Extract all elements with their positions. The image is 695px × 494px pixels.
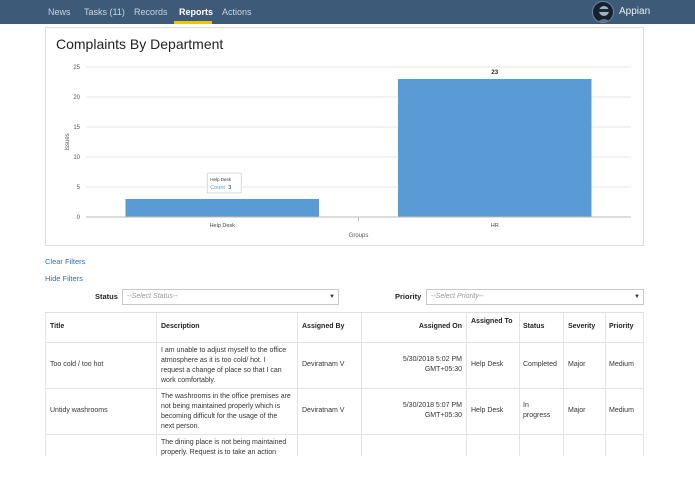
y-tick-label: 0 [77, 215, 81, 221]
x-tick-label: Help Desk [210, 223, 236, 229]
y-tick-label: 10 [73, 155, 80, 161]
y-tick-label: 20 [73, 95, 80, 101]
header-priority[interactable]: Priority [609, 322, 634, 332]
priority-label: Priority [395, 292, 422, 301]
header-assigned-to[interactable]: Assigned To [471, 317, 515, 327]
chevron-down-icon: ▼ [634, 294, 640, 300]
y-tick-label: 25 [73, 65, 80, 71]
clear-filters-link[interactable]: Clear Filters [45, 257, 85, 266]
row-assigned-on: 5/30/2018 5:07 PM GMT+05:30 [402, 402, 462, 419]
tooltip-value: 3 [228, 185, 231, 191]
row-assigned-to: Help Desk [471, 407, 504, 414]
row-assigned-on: 5/30/2018 5:02 PM GMT+05:30 [402, 356, 462, 373]
row-title: Too cold / too hot [50, 361, 104, 368]
nav-active-indicator [174, 21, 212, 24]
nav-tasks[interactable]: Tasks (11) [84, 0, 125, 24]
header-status[interactable]: Status [523, 322, 544, 332]
header-assigned-by[interactable]: Assigned By [302, 322, 344, 332]
data-label: 23 [491, 70, 498, 76]
hide-filters-link[interactable]: Hide Filters [45, 274, 83, 283]
complaints-table: Title Description Assigned By Assigned O… [45, 312, 644, 456]
tooltip-label: Count [210, 185, 225, 191]
chevron-down-icon: ▼ [329, 294, 335, 300]
row-description: The washrooms in the office premises are… [161, 393, 291, 430]
row-assigned-by: Deviratnam V [302, 407, 345, 414]
user-avatar[interactable] [592, 1, 614, 23]
row-description: The dining place is not being maintained… [161, 439, 287, 456]
x-axis-label: Groups [349, 233, 369, 239]
row-assigned-by: Deviratnam V [302, 361, 345, 368]
priority-select[interactable]: --Select Priority-- ▼ [426, 289, 644, 305]
row-priority: Medium [609, 407, 634, 414]
header-severity[interactable]: Severity [568, 322, 595, 332]
priority-select-placeholder: --Select Priority-- [431, 293, 484, 300]
row-assigned-to: Help Desk [471, 361, 504, 368]
nav-actions[interactable]: Actions [222, 0, 252, 24]
row-priority: Medium [609, 361, 634, 368]
status-select[interactable]: --Select Status-- ▼ [122, 289, 339, 305]
row-status: Completed [523, 361, 557, 368]
y-axis-label: Issues [65, 133, 71, 150]
tooltip-title: Help Desk [210, 177, 232, 182]
row-severity: Major [568, 407, 586, 414]
nav-news[interactable]: News [48, 0, 71, 24]
nav-records[interactable]: Records [134, 0, 168, 24]
y-tick-label: 15 [73, 125, 80, 131]
complaints-chart-card: Complaints By Department 0 5 10 15 20 25 Help … [45, 27, 644, 246]
y-tick-label: 5 [77, 185, 81, 191]
bar [125, 199, 319, 217]
row-title: Untidy washrooms [50, 407, 108, 414]
header-assigned-on[interactable]: Assigned On [366, 322, 462, 332]
row-description: I am unable to adjust myself to the offi… [161, 347, 287, 384]
bar [398, 79, 592, 217]
row-status: In progress [523, 402, 551, 419]
page-bottom [0, 456, 695, 494]
status-select-placeholder: --Select Status-- [127, 293, 178, 300]
appian-logo: Appian [619, 6, 651, 17]
header-description[interactable]: Description [161, 322, 200, 332]
status-label: Status [95, 292, 118, 301]
top-nav-bar: News Tasks (11) Records Reports Actions … [0, 0, 695, 24]
bar-chart: 0 5 10 15 20 25 Help Desk HR 23 Groups Issues Help … [65, 65, 631, 239]
x-tick-label: HR [491, 223, 499, 229]
header-title[interactable]: Title [50, 322, 64, 332]
user-avatar-icon [597, 6, 611, 22]
row-severity: Major [568, 361, 586, 368]
